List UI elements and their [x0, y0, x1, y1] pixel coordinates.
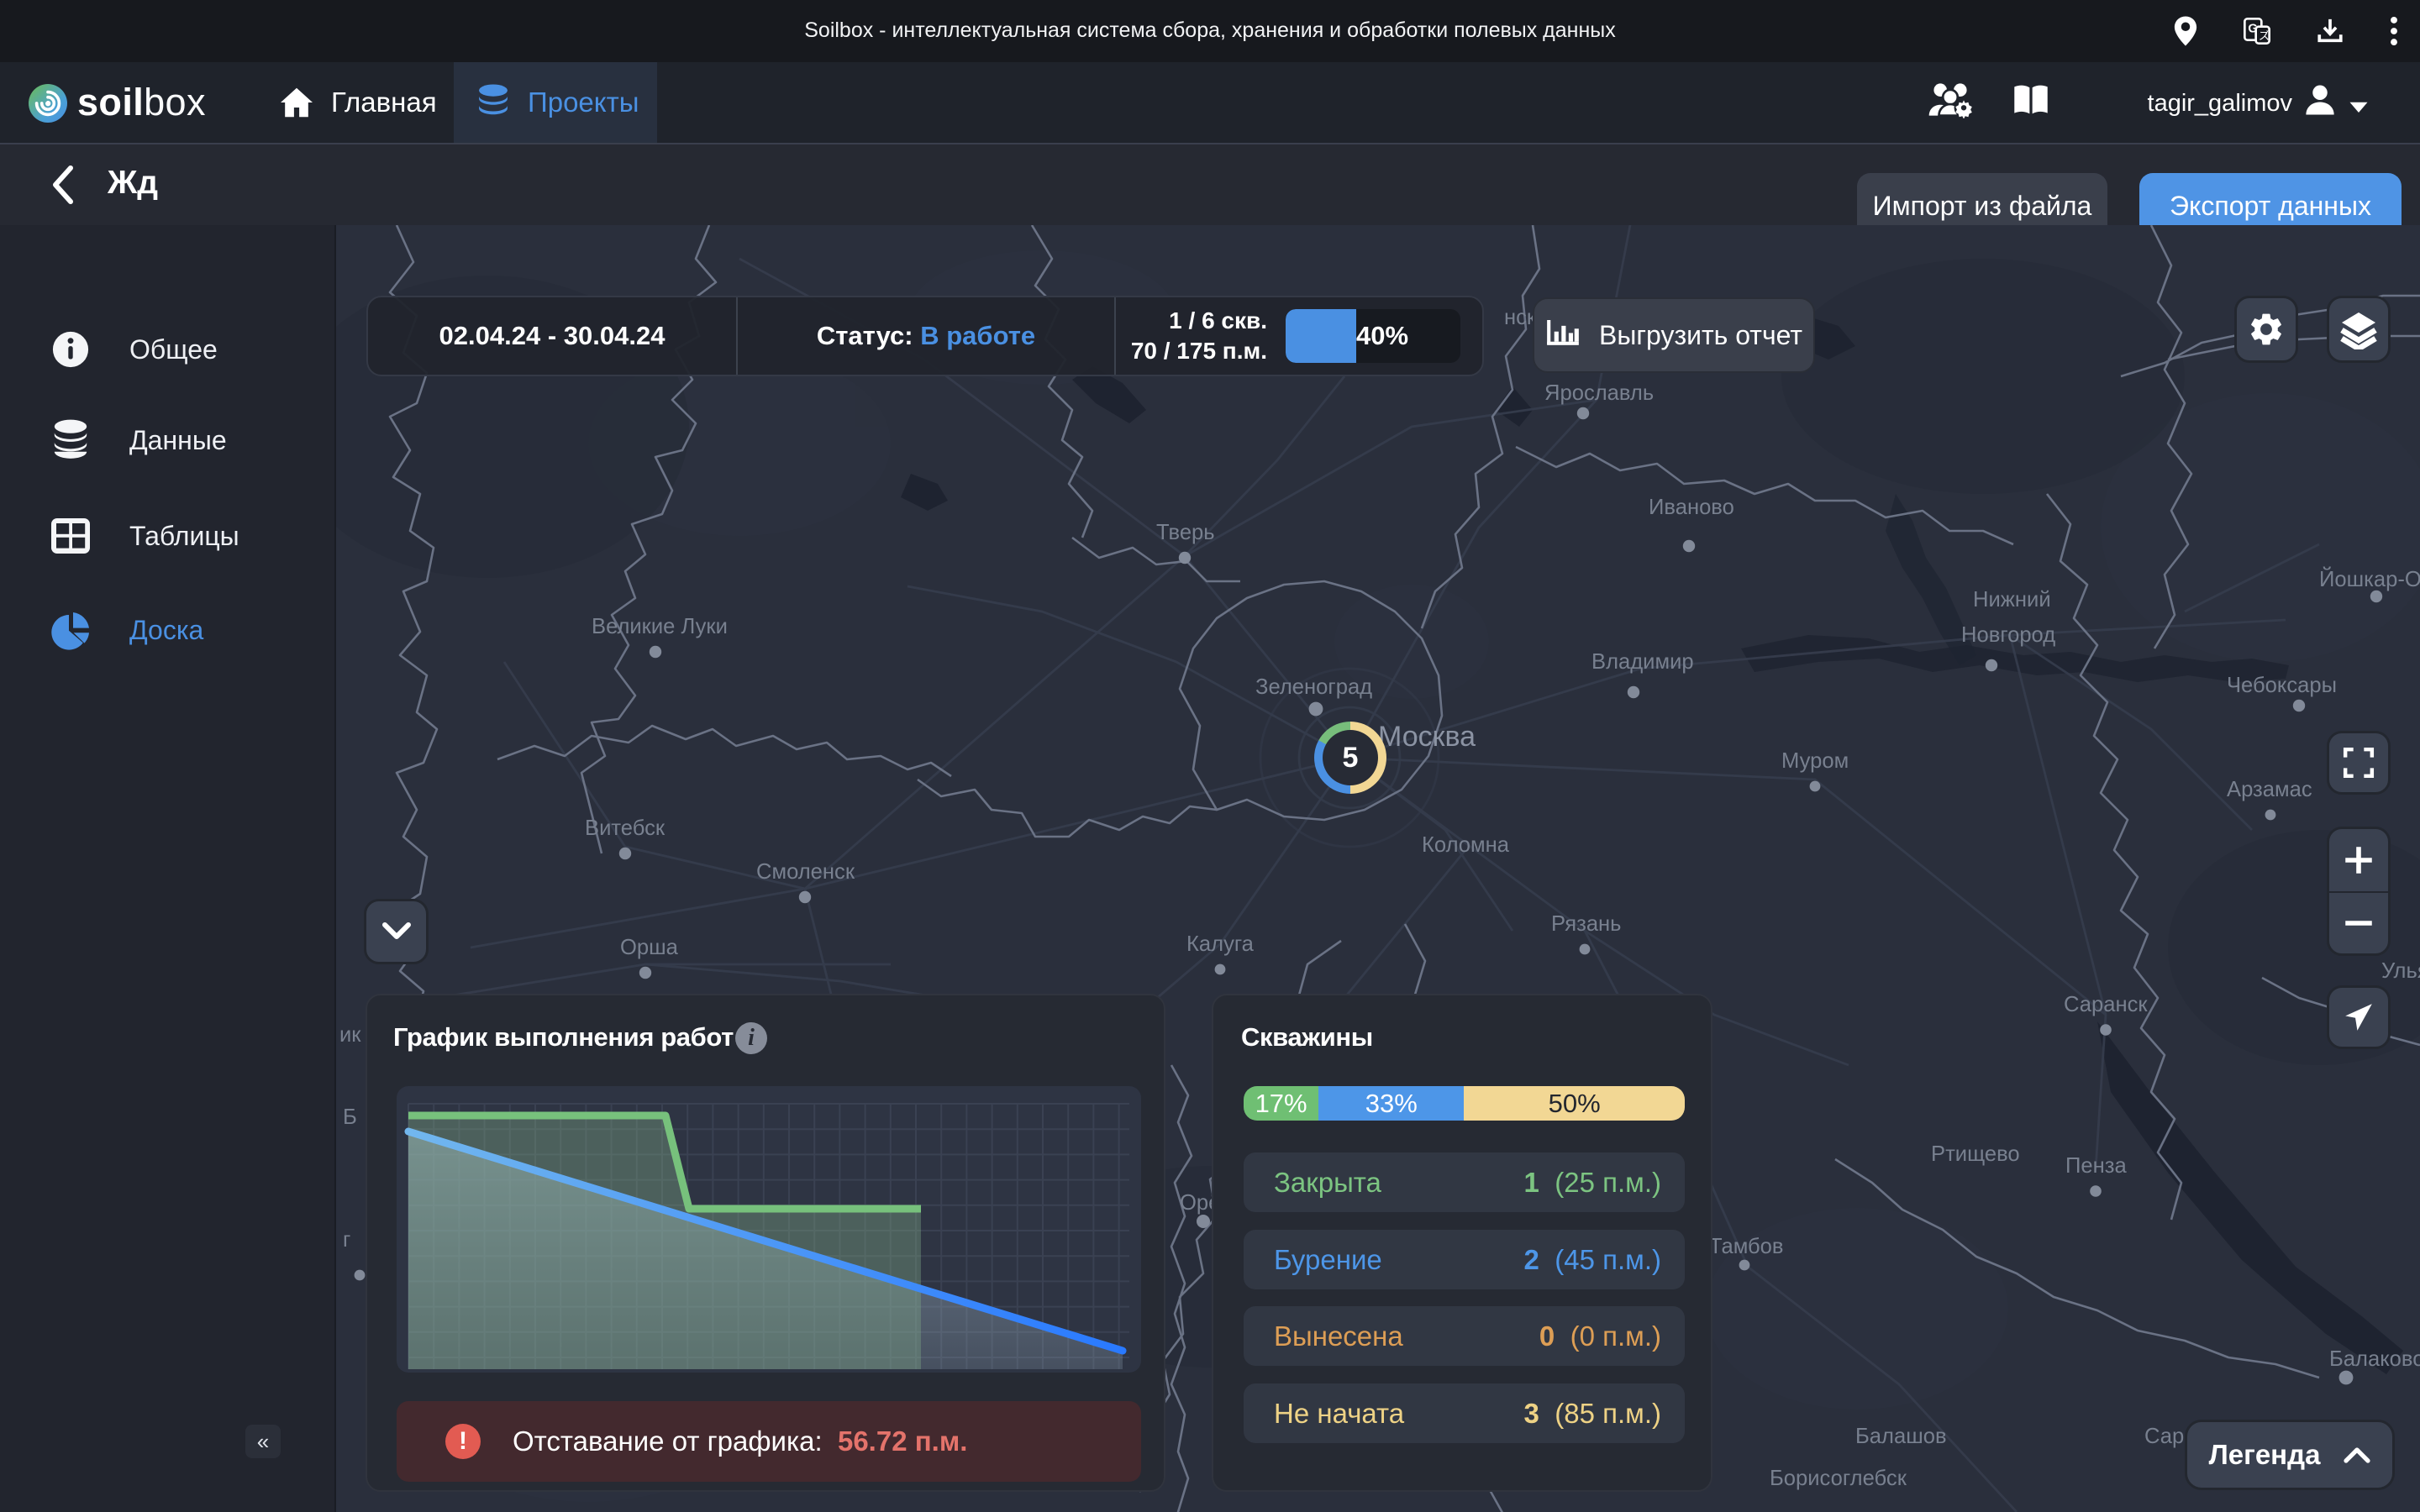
- svg-text:Нижний: Нижний: [1973, 588, 2051, 612]
- svg-text:Ярославль: Ярославль: [1544, 381, 1654, 405]
- svg-text:Б: Б: [343, 1105, 357, 1129]
- svg-text:г: г: [343, 1228, 350, 1252]
- svg-text:Новгород: Новгород: [1961, 623, 2055, 647]
- svg-text:Арзамас: Арзамас: [2227, 778, 2312, 801]
- svg-text:ズ: ズ: [2259, 29, 2270, 42]
- svg-text:Великие Луки: Великие Луки: [592, 615, 728, 638]
- svg-text:Зеленоград: Зеленоград: [1255, 675, 1372, 699]
- svg-text:Орша: Орша: [620, 936, 679, 959]
- svg-text:Балашов: Балашов: [1855, 1425, 1947, 1448]
- svg-text:Калуга: Калуга: [1186, 932, 1255, 956]
- svg-text:Витебск: Витебск: [585, 816, 666, 840]
- svg-text:Рязань: Рязань: [1551, 912, 1622, 936]
- svg-text:Тверь: Тверь: [1156, 521, 1215, 544]
- svg-text:Иваново: Иваново: [1649, 496, 1734, 519]
- svg-text:Владимир: Владимир: [1591, 650, 1694, 674]
- svg-text:Саранск: Саранск: [2064, 993, 2148, 1016]
- svg-text:Тамбов: Тамбов: [1709, 1235, 1784, 1258]
- svg-text:Муром: Муром: [1781, 749, 1849, 773]
- svg-text:Йошкар-Ола: Йошкар-Ола: [2319, 566, 2420, 591]
- svg-text:Чебоксары: Чебоксары: [2227, 674, 2337, 697]
- svg-text:Ртищево: Ртищево: [1931, 1142, 2020, 1166]
- svg-text:Смоленск: Смоленск: [756, 860, 855, 884]
- svg-text:Борисоглебск: Борисоглебск: [1770, 1467, 1907, 1490]
- svg-text:Балаково: Балаково: [2329, 1347, 2420, 1371]
- svg-text:ик: ик: [339, 1023, 361, 1047]
- svg-text:Пенза: Пенза: [2065, 1154, 2127, 1178]
- svg-text:Ульяновск: Ульяновск: [2381, 959, 2420, 983]
- svg-text:Москва: Москва: [1378, 721, 1476, 753]
- svg-text:Коломна: Коломна: [1422, 833, 1510, 857]
